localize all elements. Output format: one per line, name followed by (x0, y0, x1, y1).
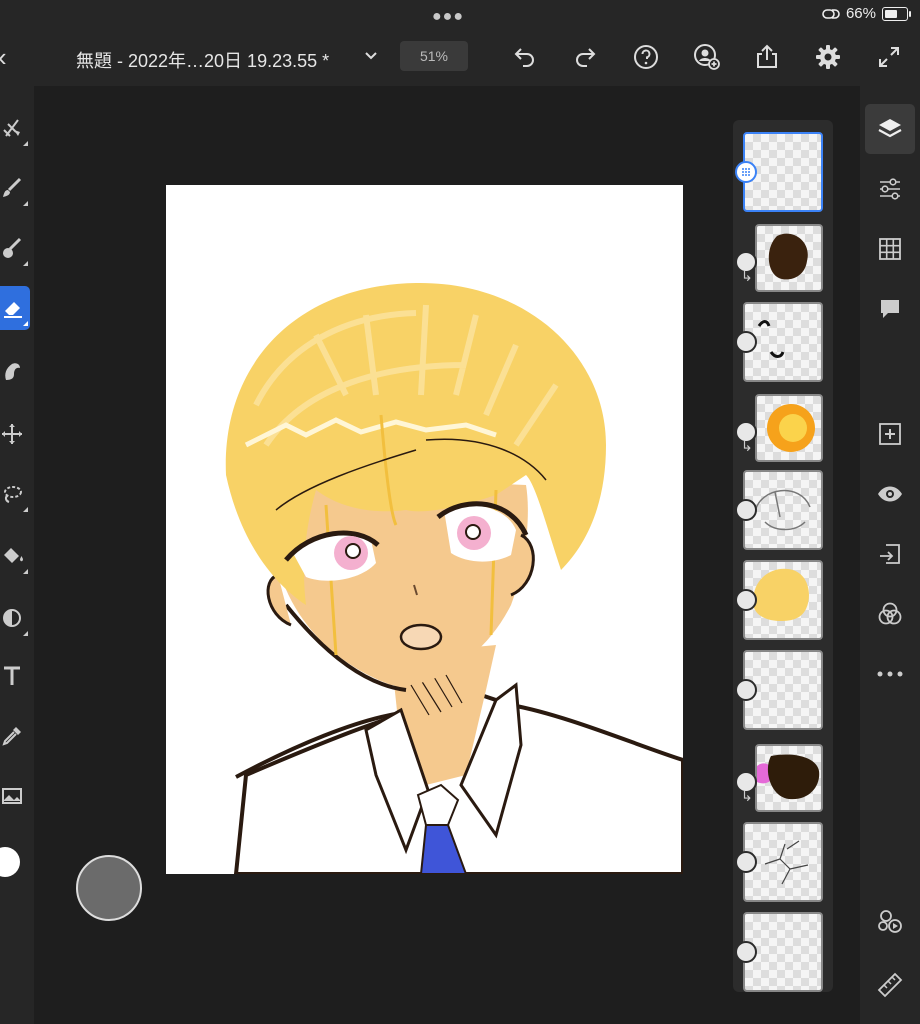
layer-item[interactable] (735, 560, 823, 640)
type-tool-icon[interactable] (0, 654, 30, 698)
status-indicators: 66% (822, 5, 911, 22)
layers-icon[interactable] (865, 104, 915, 154)
layer-item[interactable] (735, 650, 823, 730)
layer-item[interactable] (735, 822, 823, 902)
layer-options-icon[interactable] (735, 331, 757, 353)
add-layer-icon[interactable] (865, 409, 915, 459)
adjustments-icon[interactable] (865, 164, 915, 214)
status-bar: ●●● 66% (0, 0, 920, 30)
layer-options-icon[interactable] (735, 679, 757, 701)
settings-icon[interactable] (813, 42, 843, 72)
blend-mode-icon[interactable] (865, 589, 915, 639)
livestream-icon[interactable] (865, 896, 915, 946)
brush-tool-icon[interactable] (0, 166, 30, 210)
undo-icon[interactable] (510, 42, 540, 72)
link-icon (822, 8, 840, 19)
selection-tool-icon[interactable] (0, 106, 30, 150)
layer-item[interactable] (735, 470, 823, 550)
zoom-level[interactable]: 51% (400, 41, 468, 71)
ruler-icon[interactable] (865, 960, 915, 1010)
comment-icon[interactable] (865, 284, 915, 334)
battery-icon (882, 6, 911, 21)
layer-item[interactable] (735, 912, 823, 992)
layer-thumbnail[interactable] (755, 394, 823, 462)
layer-item[interactable] (735, 302, 823, 382)
fill-tool-icon[interactable] (0, 534, 30, 578)
right-toolbar (860, 86, 920, 1024)
multitask-dots-icon[interactable]: ●●● (432, 8, 464, 26)
help-icon[interactable] (631, 42, 661, 72)
invite-icon[interactable] (692, 42, 722, 72)
layers-panel: ↳ ↳ ↳ (733, 120, 833, 992)
chevron-down-icon[interactable] (362, 46, 380, 69)
layer-item[interactable]: ↳ (735, 392, 823, 472)
mixer-brush-icon[interactable] (0, 226, 30, 270)
artboard[interactable] (166, 185, 683, 874)
place-image-icon[interactable] (0, 774, 30, 818)
top-bar: ‹ 無題 - 2022年…20日 19.23.55 * 51% (0, 30, 920, 86)
layer-item[interactable]: ↳ (735, 742, 823, 822)
layer-thumbnail[interactable] (755, 224, 823, 292)
eyedropper-icon[interactable] (0, 714, 30, 758)
layer-item[interactable]: ↳ (735, 222, 823, 302)
layer-options-icon[interactable] (735, 161, 757, 183)
clip-arrow-icon: ↳ (741, 268, 753, 284)
layer-options-icon[interactable] (735, 589, 757, 611)
move-tool-icon[interactable] (0, 412, 30, 456)
document-title[interactable]: 無題 - 2022年…20日 19.23.55 * (76, 47, 329, 73)
share-icon[interactable] (752, 42, 782, 72)
clone-stamp-icon[interactable] (0, 596, 30, 640)
layer-options-icon[interactable] (735, 851, 757, 873)
eraser-tool-icon[interactable] (0, 286, 30, 330)
back-button[interactable]: ‹ (0, 42, 7, 73)
redo-icon[interactable] (570, 42, 600, 72)
layer-options-icon[interactable] (735, 941, 757, 963)
clip-arrow-icon: ↳ (741, 788, 753, 804)
more-icon[interactable] (865, 649, 915, 699)
lasso-tool-icon[interactable] (0, 472, 30, 516)
layer-item[interactable] (735, 132, 823, 212)
fullscreen-icon[interactable] (874, 42, 904, 72)
layer-thumbnail[interactable] (755, 744, 823, 812)
clip-arrow-icon: ↳ (741, 438, 753, 454)
visibility-icon[interactable] (865, 469, 915, 519)
foreground-color[interactable] (0, 847, 20, 877)
battery-percent: 66% (845, 5, 876, 22)
layer-options-icon[interactable] (735, 499, 757, 521)
touch-shortcut-button[interactable] (76, 855, 142, 921)
grid-icon[interactable] (865, 224, 915, 274)
left-toolbar (0, 86, 34, 1024)
import-icon[interactable] (865, 529, 915, 579)
smudge-tool-icon[interactable] (0, 348, 30, 392)
color-swatch[interactable] (0, 840, 30, 884)
artwork (225, 282, 683, 874)
